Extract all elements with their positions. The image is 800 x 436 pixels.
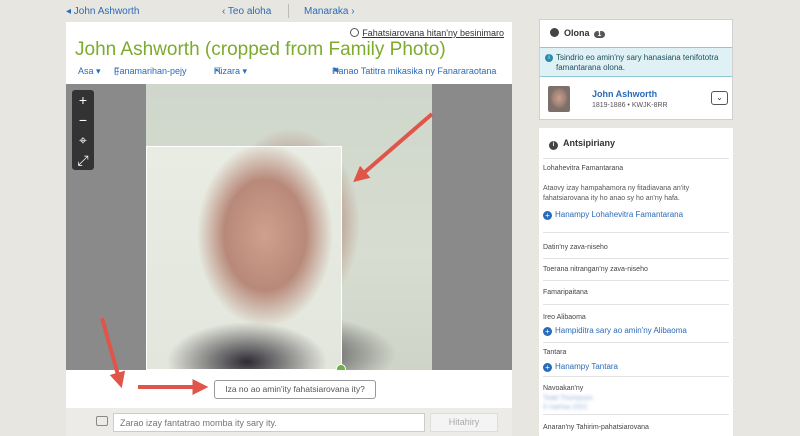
comment-input[interactable] [113,413,425,432]
comment-icon [96,416,108,426]
divider [543,232,729,233]
memory-viewer: Fahatsiarovana hitan'ny besinimaro John … [66,22,512,436]
add-story-link[interactable]: + Hanampy Tantara [543,362,618,372]
zoom-controls: + − ⌖ ⤢ [72,90,94,170]
contributor-label: Navoakan'ny [543,385,584,392]
divider [543,376,729,377]
photo-canvas[interactable]: + − ⌖ ⤢ [66,84,512,370]
crop-resize-handle[interactable] [336,364,346,370]
avatar [548,86,570,112]
privacy-label: Fahatsiarovana hitan'ny besinimaro [362,28,504,38]
person-dates: 1819-1886 • KWJK-8RR [592,102,668,109]
divider [543,342,729,343]
details-panel: i Antsipiriany Lohahevitra Famantarana At… [539,128,733,436]
person-name-link[interactable]: John Ashworth [592,89,657,99]
divider [543,280,729,281]
divider [543,258,729,259]
divider [543,414,729,415]
people-count-badge: 1 [593,31,606,38]
save-comment-button[interactable]: Hitahiry [430,413,498,432]
privacy-link[interactable]: Fahatsiarovana hitan'ny besinimaro [350,28,504,38]
info-icon: i [545,54,553,62]
fullscreen-button[interactable]: ⤢ [72,150,94,170]
nav-divider [288,4,289,18]
who-is-this-prompt[interactable]: Iza no ao amin'ity fahatsiarovana ity? [214,380,376,399]
recenter-button[interactable]: ⌖ [72,130,94,150]
stories-label: Tantara [543,349,567,356]
comment-bar: Hitahiry [66,408,512,436]
contributor-name[interactable]: Todd Thompson [543,395,593,402]
details-header: i Antsipiriany [549,138,615,150]
plus-icon: + [543,363,552,372]
zoom-out-button[interactable]: − [72,110,94,130]
person-icon [550,28,559,37]
info-icon: i [549,141,558,150]
chevron-down-icon[interactable]: ⌄ [711,91,728,105]
globe-icon [350,28,360,37]
add-description-link[interactable]: + Hanampy Lohahevitra Famantarana [543,210,683,220]
action-bar: Asa ▾ ▯ Fanamarihan-pejy ⇱ Hizara ▾ ⚑ Ha… [78,66,497,77]
previous-button[interactable]: ‹ Teo aloha [222,6,271,17]
filename-label: Anaran'ny Tahirim-pahatsiarovana [543,424,649,431]
plus-icon: + [543,211,552,220]
crop-selection[interactable] [146,146,342,370]
people-card: Olona 1 i Tsindrio eo amin'ny sary hanasia… [539,19,733,120]
plus-icon: + [543,327,552,336]
people-header: Olona 1 [550,28,606,38]
add-to-album-link[interactable]: + Hampiditra sary ao amin'ny Alibaoma [543,326,687,336]
zoom-in-button[interactable]: + [72,90,94,110]
divider [543,158,729,159]
description-label: Lohahevitra Famantarana [543,165,624,172]
tagged-person[interactable]: John Ashworth 1819-1886 • KWJK-8RR ⌄ [548,86,728,114]
place-label[interactable]: Toerana nitrangan'ny zava-niseho [543,266,648,273]
page-title: John Ashworth (cropped from Family Photo… [75,39,446,60]
contributor-date: 5 martsa 2021 [543,404,588,411]
next-button[interactable]: Manaraka › [304,6,355,17]
divider [543,304,729,305]
description-text: Ataovy izay hampahamora ny fitadiavana a… [543,185,690,202]
date-label[interactable]: Datin'ny zava-niseho [543,244,608,251]
albums-label: Ireo Alibaoma [543,314,586,321]
tag-info-message: i Tsindrio eo amin'ny sary hanasiana teni… [540,47,732,77]
back-to-person-link[interactable]: ◂ John Ashworth [66,6,139,17]
copyright-label[interactable]: Famaripaitana [543,289,588,296]
actions-menu[interactable]: Asa ▾ [78,66,101,77]
